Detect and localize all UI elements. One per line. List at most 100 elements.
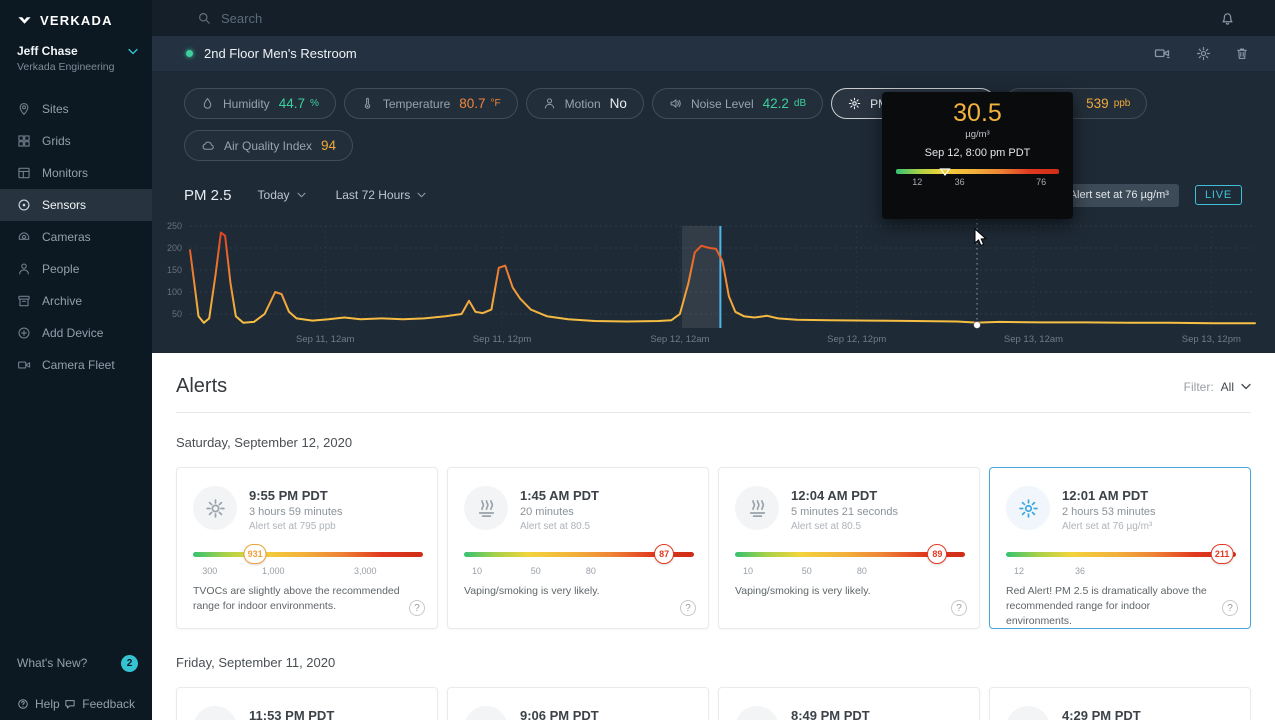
stat-unit: dB (793, 98, 807, 109)
stat-temperature[interactable]: Temperature 80.7 °F (343, 88, 518, 119)
stat-value: 94 (321, 138, 337, 153)
settings-gear-icon[interactable] (1196, 46, 1211, 61)
divider (176, 412, 1251, 413)
trash-icon[interactable] (1235, 46, 1249, 61)
time-window-dropdown[interactable]: Last 72 Hours (336, 188, 427, 202)
alert-duration: 20 minutes (520, 506, 574, 518)
alerts-filter-dropdown[interactable]: Filter: All (1184, 380, 1251, 394)
alert-card-vape[interactable]: 12:04 AM PDT 5 minutes 21 seconds Alert … (718, 467, 980, 629)
alert-card[interactable]: 9:06 PM PDT (447, 687, 709, 720)
sidebar-item-label: Sensors (42, 198, 87, 212)
sidebar-item-label: Sites (42, 102, 69, 116)
alert-type-icon (1006, 706, 1050, 720)
map-pin-icon (19, 103, 29, 115)
alert-date-heading: Friday, September 11, 2020 (176, 655, 336, 670)
sidebar-item-sites[interactable]: Sites (0, 93, 152, 125)
sidebar-item-grids[interactable]: Grids (0, 125, 152, 157)
svg-text:50: 50 (172, 309, 182, 319)
motion-person-icon (544, 98, 554, 109)
help-question-icon[interactable]: ? (951, 600, 967, 616)
alert-scale-bar: 89 10 50 80 (735, 544, 965, 578)
sidebar-item-add-device[interactable]: Add Device (0, 317, 152, 349)
help-link[interactable]: Help (17, 697, 60, 711)
sidebar-item-label: Archive (42, 294, 83, 308)
stat-motion[interactable]: Motion No (525, 88, 644, 119)
alert-duration: 2 hours 53 minutes (1062, 506, 1156, 518)
sidebar: VERKADA Jeff Chase Verkada Engineering S… (0, 0, 152, 720)
alert-card-pm25-selected[interactable]: 12:01 AM PDT 2 hours 53 minutes Alert se… (989, 467, 1251, 629)
chevron-down-icon (1241, 383, 1251, 390)
stat-label: Noise Level (690, 96, 754, 111)
stat-air-quality-index[interactable]: Air Quality Index 94 (184, 130, 354, 161)
sidebar-item-archive[interactable]: Archive (0, 285, 152, 317)
svg-text:Sep 13, 12pm: Sep 13, 12pm (1182, 334, 1241, 345)
chart-tooltip: 30.5 µg/m³ Sep 12, 8:00 pm PDT 12 36 76 (882, 92, 1073, 219)
feedback-label: Feedback (82, 697, 135, 711)
help-circle-icon (18, 699, 28, 709)
alert-cards-row: 9:55 PM PDT 3 hours 59 minutes Alert set… (176, 467, 1251, 629)
svg-text:100: 100 (167, 287, 182, 297)
pm25-chart[interactable]: 50 100 150 200 250 Sep 11, 12am Sep 11, 12pm Se… (167, 208, 1256, 350)
pm25-icon (1006, 486, 1050, 530)
alert-time: 12:04 AM PDT (791, 488, 878, 503)
feedback-bubble-icon (65, 700, 75, 709)
stat-unit: °F (490, 98, 501, 109)
alert-scale-bar: 211 12 36 (1006, 544, 1236, 578)
stat-value: 42.2 (762, 96, 789, 111)
alert-scale-bar: 87 10 50 80 (464, 544, 694, 578)
droplet-icon (203, 98, 212, 109)
whats-new-link[interactable]: What's New? 2 (0, 648, 152, 678)
user-menu[interactable]: Jeff Chase Verkada Engineering (0, 38, 152, 85)
mouse-cursor (974, 228, 987, 247)
chevron-down-icon (297, 192, 306, 198)
alert-card-tvoc[interactable]: 9:55 PM PDT 3 hours 59 minutes Alert set… (176, 467, 438, 629)
sidebar-item-label: Grids (42, 134, 71, 148)
help-question-icon[interactable]: ? (409, 600, 425, 616)
tooltip-scale: 12 36 76 (896, 168, 1059, 189)
sidebar-nav: Sites Grids Monitors Sensors Cameras Peo… (0, 93, 152, 381)
sensor-name: 2nd Floor Men's Restroom (204, 46, 357, 61)
sidebar-item-sensors[interactable]: Sensors (0, 189, 152, 221)
help-question-icon[interactable]: ? (1222, 600, 1238, 616)
attach-camera-icon[interactable] (1154, 46, 1172, 61)
alert-threshold: Alert set at 76 µg/m³ (1062, 521, 1153, 532)
vape-icon (735, 486, 779, 530)
stat-humidity[interactable]: Humidity 44.7 % (184, 88, 336, 119)
sidebar-item-monitors[interactable]: Monitors (0, 157, 152, 189)
filter-value: All (1220, 379, 1234, 394)
stat-label: Motion (564, 96, 601, 111)
alerts-heading: Alerts (176, 375, 228, 397)
brand[interactable]: VERKADA (0, 0, 152, 38)
chevron-down-icon (417, 192, 426, 198)
notifications-bell-icon[interactable] (1220, 11, 1235, 26)
help-question-icon[interactable]: ? (680, 600, 696, 616)
sidebar-item-cameras[interactable]: Cameras (0, 221, 152, 253)
feedback-link[interactable]: Feedback (64, 697, 135, 711)
search-input[interactable] (221, 10, 641, 26)
search-icon (199, 13, 210, 24)
alert-card[interactable]: 8:49 PM PDT (718, 687, 980, 720)
alert-time: 11:53 PM PDT (249, 708, 335, 720)
alert-description: Red Alert! PM 2.5 is dramatically above … (1006, 585, 1207, 628)
alert-card[interactable]: 4:29 PM PDT (989, 687, 1251, 720)
stat-label: Temperature (382, 96, 451, 111)
sidebar-item-camera-fleet[interactable]: Camera Fleet (0, 349, 152, 381)
sidebar-item-people[interactable]: People (0, 253, 152, 285)
help-label: Help (35, 697, 60, 711)
scale-marker-icon (939, 168, 951, 176)
alert-card-vape[interactable]: 1:45 AM PDT 20 minutes Alert set at 80.5… (447, 467, 709, 629)
alerts-section: Alerts Filter: All Saturday, September 1… (152, 353, 1275, 720)
pm-chart-svg: 50 100 150 200 250 Sep 11, 12am Sep 11, 12pm Se… (167, 208, 1256, 345)
alert-type-icon (464, 706, 508, 720)
live-button[interactable]: LIVE (1194, 185, 1242, 205)
period-dropdown[interactable]: Today (258, 188, 306, 202)
stat-noise-level[interactable]: Noise Level 42.2 dB (651, 88, 824, 119)
sidebar-item-label: Cameras (42, 230, 91, 244)
alert-card[interactable]: 11:53 PM PDT (176, 687, 438, 720)
svg-text:250: 250 (167, 221, 182, 231)
alert-time: 1:45 AM PDT (520, 488, 599, 503)
alert-threshold-label: Alert set at 76 µg/m³ (1069, 189, 1169, 201)
chevron-down-icon (128, 48, 138, 55)
tvoc-icon (193, 486, 237, 530)
alert-cards-row: 11:53 PM PDT 9:06 PM PDT 8:49 PM PDT 4:2… (176, 687, 1251, 720)
